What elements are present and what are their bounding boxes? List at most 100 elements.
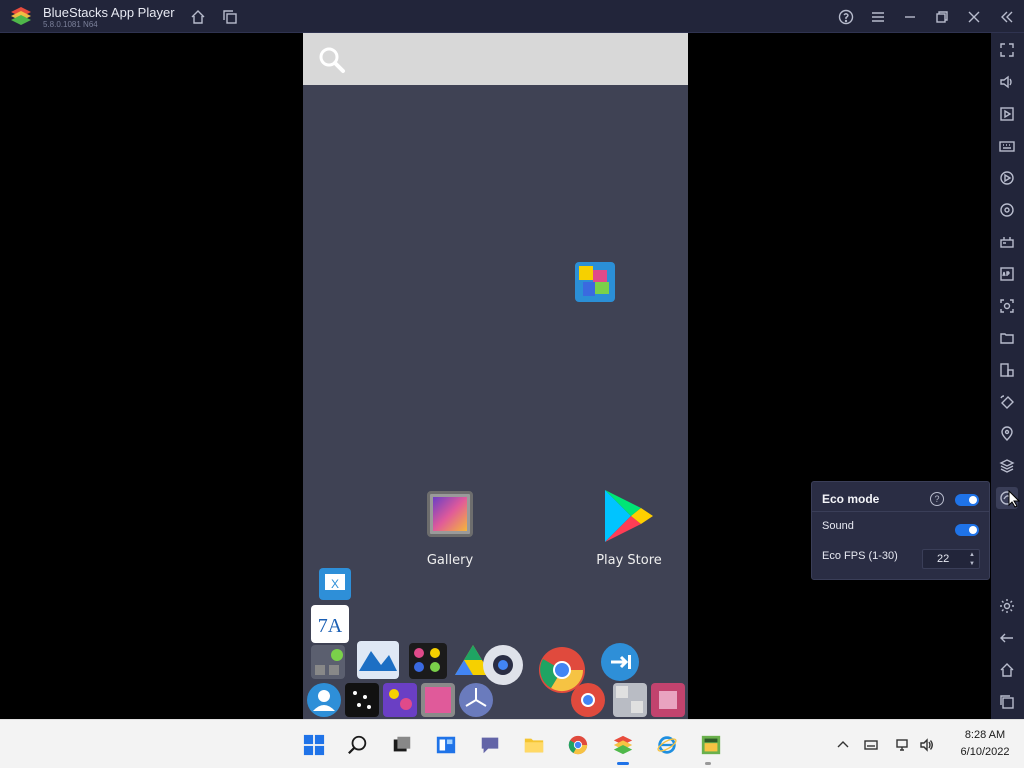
location-icon	[1001, 426, 1013, 441]
svg-text:X: X	[331, 577, 339, 591]
clock-time[interactable]: 8:28 AM	[950, 729, 1020, 741]
gallery-label: Gallery	[426, 553, 474, 568]
app-icon-keyboard[interactable]: 7A	[311, 605, 349, 643]
location-button[interactable]	[996, 423, 1018, 445]
help-button[interactable]	[835, 6, 857, 28]
puzzle-app-icon[interactable]	[575, 262, 615, 302]
network-tray-button[interactable]	[894, 736, 912, 754]
pink-app-icon[interactable]	[651, 683, 685, 717]
home-icon	[191, 10, 205, 24]
menu-button[interactable]	[867, 6, 889, 28]
restore-button[interactable]	[931, 6, 953, 28]
sync-button[interactable]	[996, 199, 1018, 221]
camera-app-icon[interactable]	[483, 645, 523, 685]
multi-instance-sidebar-button[interactable]	[996, 359, 1018, 381]
contacts-app-icon[interactable]	[307, 683, 341, 717]
folder-button[interactable]	[996, 327, 1018, 349]
dots-app-icon[interactable]	[345, 683, 379, 717]
stepper-down-icon[interactable]: ▼	[967, 560, 977, 568]
gear-icon	[1000, 599, 1014, 613]
stepper-up-icon[interactable]: ▲	[967, 551, 977, 559]
photo-app-icon[interactable]	[357, 641, 399, 679]
volume-button[interactable]	[996, 71, 1018, 93]
task-view-button[interactable]	[389, 732, 415, 758]
screenshot-button[interactable]	[996, 295, 1018, 317]
svg-text:7A: 7A	[318, 615, 343, 637]
restore-icon	[936, 11, 948, 23]
colorful-app-icon[interactable]	[409, 643, 447, 679]
app-icon-x[interactable]: X	[319, 568, 351, 600]
internet-explorer-button[interactable]	[654, 732, 680, 758]
rotate-button[interactable]	[996, 391, 1018, 413]
collapse-sidebar-button[interactable]	[996, 6, 1018, 28]
teams-chat-button[interactable]	[477, 732, 503, 758]
back-arrow-icon	[1000, 633, 1013, 643]
keyboard-icon	[864, 740, 878, 750]
chrome-icon	[568, 735, 588, 755]
eco-fps-label: Eco FPS (1-30)	[822, 550, 898, 562]
play-store-label: Play Store	[596, 553, 662, 568]
chevron-up-icon	[837, 741, 849, 748]
fullscreen-button[interactable]	[996, 39, 1018, 61]
back-button[interactable]	[996, 627, 1018, 649]
widgets-button[interactable]	[433, 732, 459, 758]
help-icon	[838, 9, 854, 25]
gamepad-button[interactable]	[996, 231, 1018, 253]
chrome-small-icon[interactable]	[571, 683, 605, 717]
rotate-icon	[1000, 395, 1014, 409]
windows-logo-icon	[303, 734, 325, 756]
gallery-app-icon[interactable]	[427, 491, 473, 537]
app-version: 5.8.0.1081 N64	[43, 20, 98, 29]
home-icon	[1000, 663, 1014, 677]
eco-mode-toggle[interactable]	[955, 494, 979, 506]
close-button[interactable]	[963, 6, 985, 28]
calculator-app-icon[interactable]	[311, 645, 345, 679]
bluestacks-taskbar-button[interactable]	[610, 732, 636, 758]
file-explorer-button[interactable]	[521, 732, 547, 758]
start-button[interactable]	[301, 732, 327, 758]
keyboard-button[interactable]	[996, 135, 1018, 157]
volume-icon	[920, 738, 933, 752]
sound-label: Sound	[822, 520, 854, 532]
recent-apps-button[interactable]	[996, 691, 1018, 713]
android-screen[interactable]: Gallery Play Store X 7A	[303, 33, 688, 719]
search-taskbar-button[interactable]	[345, 732, 371, 758]
search-icon	[319, 47, 345, 73]
sound-toggle[interactable]	[955, 524, 979, 536]
blocks-app-icon[interactable]	[613, 683, 647, 717]
fullscreen-icon	[1000, 43, 1014, 57]
divider	[812, 511, 989, 512]
layers-button[interactable]	[996, 455, 1018, 477]
android-home-button[interactable]	[996, 659, 1018, 681]
volume-tray-button[interactable]	[918, 736, 936, 754]
multi-instance-button[interactable]	[219, 6, 241, 28]
clock-date[interactable]: 6/10/2022	[950, 746, 1020, 758]
help-icon[interactable]: ?	[930, 492, 944, 506]
paint-app-icon[interactable]	[383, 683, 417, 717]
eco-fps-stepper[interactable]: 22 ▲ ▼	[922, 549, 980, 569]
multi-instance-icon	[1000, 363, 1014, 377]
bluestacks-logo-icon	[11, 7, 31, 25]
show-hidden-icons-button[interactable]	[834, 736, 852, 754]
folder-icon	[1000, 333, 1014, 344]
chrome-taskbar-button[interactable]	[565, 732, 591, 758]
hamburger-menu-icon	[872, 12, 884, 22]
search-bar[interactable]	[303, 33, 688, 85]
gallery-small-icon[interactable]	[421, 683, 455, 717]
clock-app-icon[interactable]	[459, 683, 493, 717]
task-view-icon	[393, 736, 411, 752]
widgets-icon	[436, 736, 456, 754]
keyboard-tray-button[interactable]	[862, 736, 880, 754]
eco-fps-value[interactable]: 22	[937, 553, 949, 565]
media-manager-icon	[1000, 107, 1014, 121]
files-app-icon[interactable]	[601, 643, 639, 681]
macro-button[interactable]	[996, 167, 1018, 189]
minimize-button[interactable]	[899, 6, 921, 28]
apk-button[interactable]	[996, 263, 1018, 285]
play-store-app-icon[interactable]	[601, 488, 655, 544]
keyboard-icon	[999, 141, 1015, 152]
settings-button[interactable]	[996, 595, 1018, 617]
home-button[interactable]	[187, 6, 209, 28]
green-app-taskbar-button[interactable]	[698, 732, 724, 758]
media-manager-button[interactable]	[996, 103, 1018, 125]
